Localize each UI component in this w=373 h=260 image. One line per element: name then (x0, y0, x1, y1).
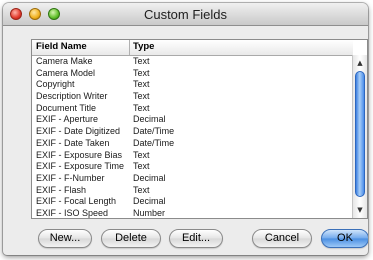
field-name-cell: Camera Make (36, 56, 93, 66)
edit-button[interactable]: Edit... (169, 229, 223, 248)
field-name-cell: EXIF - Exposure Time (36, 161, 125, 172)
field-name-cell: EXIF - ISO Speed (36, 207, 109, 218)
column-header-type[interactable]: Type (133, 41, 154, 52)
type-cell: Text (133, 79, 150, 90)
type-cell: Decimal (133, 196, 166, 207)
table-header: Field Name Type (32, 40, 353, 56)
cancel-button[interactable]: Cancel (252, 229, 312, 248)
field-name-cell: Description Writer (36, 91, 108, 102)
window-title: Custom Fields (143, 7, 228, 22)
table-row[interactable]: EXIF - F-Number Decimal (32, 173, 353, 185)
type-cell: Text (133, 91, 150, 102)
table-row[interactable]: Document Title Text (32, 103, 353, 115)
table-row[interactable]: EXIF - Exposure Time Text (32, 161, 353, 173)
field-name-cell: EXIF - Date Digitized (36, 126, 121, 137)
custom-fields-dialog: Custom Fields Field Name Type Camera Mak… (3, 3, 368, 255)
table-row[interactable]: EXIF - Date Taken Date/Time (32, 138, 353, 150)
ok-button[interactable]: OK (321, 229, 368, 248)
type-cell: Text (133, 56, 150, 66)
type-cell: Text (133, 149, 150, 160)
custom-fields-table: Field Name Type Camera Make Text Camera Mo… (31, 39, 368, 219)
type-cell: Decimal (133, 114, 166, 125)
field-name-cell: EXIF - Date Taken (36, 137, 110, 148)
field-name-cell: EXIF - F-Number (36, 172, 105, 183)
table-row[interactable]: Camera Make Text (32, 56, 353, 68)
scroll-down-arrow-icon[interactable]: ▼ (355, 205, 365, 215)
scroll-thumb[interactable] (355, 71, 365, 197)
type-cell: Text (133, 102, 150, 113)
table-row[interactable]: Copyright Text (32, 79, 353, 91)
field-name-cell: EXIF - Exposure Bias (36, 149, 123, 160)
table-row[interactable]: EXIF - ISO Speed Number (32, 207, 353, 218)
table-row[interactable]: Camera Model Text (32, 68, 353, 80)
type-cell: Text (133, 161, 150, 172)
column-divider (129, 40, 130, 55)
field-name-cell: Copyright (36, 79, 75, 90)
type-cell: Text (133, 67, 150, 78)
table-row[interactable]: EXIF - Date Digitized Date/Time (32, 126, 353, 138)
type-cell: Text (133, 184, 150, 195)
vertical-scrollbar[interactable]: ▲ ▼ (352, 55, 367, 218)
new-button[interactable]: New... (38, 229, 92, 248)
field-name-cell: Camera Model (36, 67, 96, 78)
column-header-field-name[interactable]: Field Name (36, 41, 87, 52)
table-body: Camera Make Text Camera Model Text Copyright… (32, 56, 353, 218)
type-cell: Date/Time (133, 126, 175, 137)
delete-button[interactable]: Delete (101, 229, 161, 248)
table-row[interactable]: EXIF - Exposure Bias Text (32, 150, 353, 162)
field-name-cell: Document Title (36, 102, 97, 113)
type-cell: Number (133, 207, 166, 218)
field-name-cell: EXIF - Aperture (36, 114, 99, 125)
table-row[interactable]: Description Writer Text (32, 91, 353, 103)
scroll-up-arrow-icon[interactable]: ▲ (355, 58, 365, 68)
table-row[interactable]: EXIF - Flash Text (32, 185, 353, 197)
table-row[interactable]: EXIF - Focal Length Decimal (32, 196, 353, 208)
field-name-cell: EXIF - Flash (36, 184, 87, 195)
field-name-cell: EXIF - Focal Length (36, 196, 117, 207)
title-bar: Custom Fields (3, 3, 368, 26)
type-cell: Date/Time (133, 137, 175, 148)
type-cell: Decimal (133, 172, 166, 183)
table-row[interactable]: EXIF - Aperture Decimal (32, 114, 353, 126)
